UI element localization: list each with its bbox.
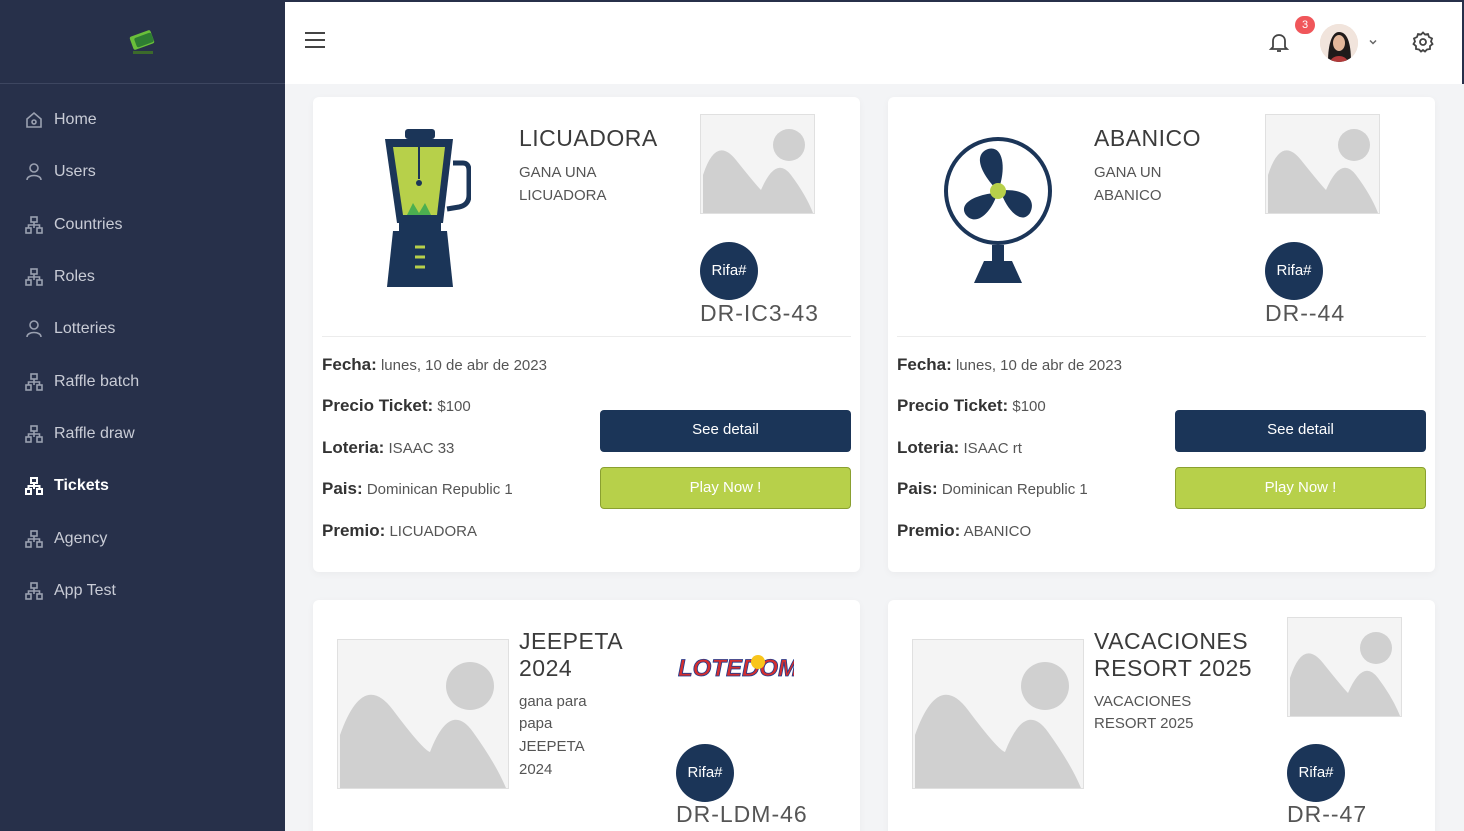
card-subtitle: VACACIONES xyxy=(1094,693,1192,710)
sidebar-item-label: App Test xyxy=(54,581,116,599)
rifa-badge: Rifa# xyxy=(1287,744,1345,802)
sitemap-icon xyxy=(24,424,44,444)
card-subtitle: RESORT 2025 xyxy=(1094,715,1194,732)
bell-icon[interactable] xyxy=(1267,30,1291,54)
fan-image xyxy=(944,137,1052,283)
rifa-code: DR--47 xyxy=(1287,801,1368,827)
sitemap-icon xyxy=(24,581,44,601)
sidebar-item-agency[interactable]: Agency xyxy=(0,512,285,564)
card-subtitle: 2024 xyxy=(519,761,553,778)
sidebar-item-label: Raffle batch xyxy=(54,372,140,390)
sidebar-item-label: Lotteries xyxy=(54,320,116,338)
card-subtitle: GANA UNA xyxy=(519,164,597,181)
card-title: VACACIONES xyxy=(1094,628,1249,654)
card-subtitle: papa xyxy=(519,715,553,732)
info-precio: Precio Ticket: $100 xyxy=(322,396,471,415)
tickets-grid: LICUADORA GANA UNA LICUADORA Rifa# DR-IC… xyxy=(285,84,1464,831)
sidebar-item-label: Tickets xyxy=(54,477,109,495)
sidebar-item-raffle-batch[interactable]: Raffle batch xyxy=(0,355,285,407)
placeholder-image xyxy=(1265,114,1380,214)
info-loteria: Loteria: ISAAC rt xyxy=(897,438,1022,457)
ticket-card: JEEPETA 2024 gana para papa JEEPETA 2024… xyxy=(313,600,860,831)
sidebar-nav: Home Users Countries Roles Lotteries Raf… xyxy=(0,84,285,617)
user-icon xyxy=(24,162,44,182)
card-title: ABANICO xyxy=(1094,125,1202,151)
card-subtitle: LICUADORA xyxy=(519,187,607,204)
rifa-badge: Rifa# xyxy=(676,744,734,802)
sidebar-item-label: Raffle draw xyxy=(54,424,135,442)
ticket-card: LICUADORA GANA UNA LICUADORA Rifa# DR-IC… xyxy=(313,97,860,572)
card-title: LICUADORA xyxy=(519,125,658,151)
sidebar-item-label: Countries xyxy=(54,215,123,233)
card-subtitle: gana para xyxy=(519,693,587,710)
play-now-button[interactable]: Play Now ! xyxy=(600,467,851,509)
sidebar-item-label: Users xyxy=(54,163,96,181)
info-precio: Precio Ticket: $100 xyxy=(897,396,1046,415)
gear-icon[interactable] xyxy=(1411,30,1435,54)
logo-area xyxy=(0,0,285,84)
info-loteria: Loteria: ISAAC 33 xyxy=(322,438,455,457)
sidebar-item-label: Agency xyxy=(54,529,108,547)
home-icon xyxy=(24,110,44,130)
topbar: 3 xyxy=(285,0,1464,84)
rifa-code: DR--44 xyxy=(1265,300,1346,326)
user-icon xyxy=(24,319,44,339)
sidebar: Home Users Countries Roles Lotteries Raf… xyxy=(0,0,285,831)
sidebar-item-label: Roles xyxy=(54,268,95,286)
rifa-badge: Rifa# xyxy=(1265,242,1323,300)
placeholder-image xyxy=(1287,617,1402,717)
sidebar-item-app-test[interactable]: App Test xyxy=(0,565,285,617)
sidebar-item-label: Home xyxy=(54,111,97,129)
ticket-card: VACACIONES RESORT 2025 VACACIONES RESORT… xyxy=(888,600,1435,831)
sidebar-item-home[interactable]: Home xyxy=(0,94,285,146)
play-now-button[interactable]: Play Now ! xyxy=(1175,467,1426,509)
sidebar-item-roles[interactable]: Roles xyxy=(0,251,285,303)
card-subtitle: ABANICO xyxy=(1094,187,1162,204)
ticket-card: ABANICO GANA UN ABANICO Rifa# DR--44 Fec… xyxy=(888,97,1435,572)
placeholder-image xyxy=(700,114,815,214)
info-pais: Pais: Dominican Republic 1 xyxy=(322,479,513,498)
sidebar-item-lotteries[interactable]: Lotteries xyxy=(0,303,285,355)
avatar-image xyxy=(1320,24,1358,62)
divider xyxy=(322,336,851,337)
rifa-badge: Rifa# xyxy=(700,242,758,300)
menu-toggle-icon[interactable] xyxy=(305,32,325,50)
lottery-logo: LOTEDOM xyxy=(678,655,794,683)
sitemap-icon xyxy=(24,529,44,549)
info-premio: Premio: ABANICO xyxy=(897,521,1032,540)
sidebar-item-users[interactable]: Users xyxy=(0,146,285,198)
card-subtitle: GANA UN xyxy=(1094,164,1162,181)
rifa-code: DR-IC3-43 xyxy=(700,300,819,326)
chevron-down-icon[interactable] xyxy=(1367,36,1379,48)
see-detail-button[interactable]: See detail xyxy=(1175,410,1426,452)
avatar[interactable] xyxy=(1320,24,1358,62)
sidebar-item-tickets[interactable]: Tickets xyxy=(0,460,285,512)
placeholder-image xyxy=(912,639,1084,789)
info-premio: Premio: LICUADORA xyxy=(322,521,477,540)
svg-text:LOTEDOM: LOTEDOM xyxy=(678,655,794,682)
see-detail-button[interactable]: See detail xyxy=(600,410,851,452)
placeholder-image xyxy=(337,639,509,789)
sidebar-item-raffle-draw[interactable]: Raffle draw xyxy=(0,408,285,460)
rifa-code: DR-LDM-46 xyxy=(676,801,808,827)
card-title: 2024 xyxy=(519,655,573,681)
info-fecha: Fecha: lunes, 10 de abr de 2023 xyxy=(897,355,1122,374)
sidebar-item-countries[interactable]: Countries xyxy=(0,199,285,251)
sitemap-icon xyxy=(24,267,44,287)
card-subtitle: JEEPETA xyxy=(519,738,585,755)
notification-badge: 3 xyxy=(1295,16,1315,34)
info-fecha: Fecha: lunes, 10 de abr de 2023 xyxy=(322,355,547,374)
sitemap-icon xyxy=(24,215,44,235)
card-title: JEEPETA xyxy=(519,628,624,654)
app-logo[interactable] xyxy=(123,25,163,59)
divider xyxy=(897,336,1426,337)
card-title: RESORT 2025 xyxy=(1094,655,1253,681)
info-pais: Pais: Dominican Republic 1 xyxy=(897,479,1088,498)
sitemap-icon xyxy=(24,476,44,496)
blender-image xyxy=(385,129,471,287)
sitemap-icon xyxy=(24,372,44,392)
